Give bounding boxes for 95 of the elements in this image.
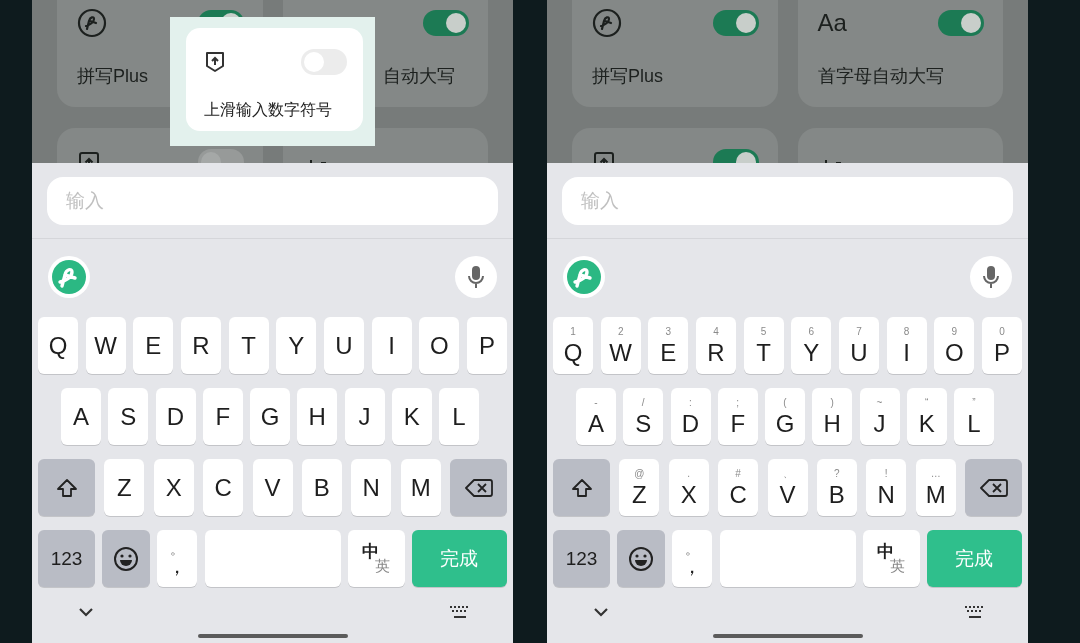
- letter-key[interactable]: N: [351, 459, 392, 516]
- letter-key[interactable]: ” L: [954, 388, 994, 445]
- setting-label: 拼写Plus: [77, 65, 149, 88]
- microphone-icon: [467, 265, 485, 289]
- letter-key[interactable]: R: [180, 317, 221, 374]
- letter-key[interactable]: 5 T: [743, 317, 784, 374]
- letter-key[interactable]: B: [301, 459, 342, 516]
- letter-key[interactable]: E: [133, 317, 174, 374]
- letter-key[interactable]: Q: [38, 317, 78, 374]
- letter-key[interactable]: 9 O: [934, 317, 975, 374]
- microphone-icon: [982, 265, 1000, 289]
- setting-label: 拼写Plus: [592, 65, 664, 88]
- collapse-chevron-icon[interactable]: [593, 606, 609, 617]
- glyph-icon: Aa: [817, 11, 847, 35]
- letter-key[interactable]: O: [419, 317, 460, 374]
- numbers-key[interactable]: 123: [38, 530, 95, 587]
- language-switch-key[interactable]: 中 英: [347, 530, 405, 587]
- shift-icon: [570, 477, 593, 498]
- letter-key[interactable]: ~ J: [859, 388, 900, 445]
- letter-key[interactable]: D: [155, 388, 196, 445]
- letter-key[interactable]: . X: [668, 459, 709, 516]
- toggle-switch[interactable]: [423, 10, 469, 36]
- letter-key[interactable]: I: [371, 317, 412, 374]
- letter-key[interactable]: Y: [276, 317, 317, 374]
- letter-key[interactable]: 2 W: [600, 317, 641, 374]
- keyboard-icon[interactable]: [964, 604, 986, 619]
- letter-key[interactable]: ( G: [765, 388, 805, 445]
- shift-icon: [55, 477, 78, 498]
- logo-icon: [77, 8, 107, 38]
- setting-label: 自动大写: [381, 65, 456, 88]
- backspace-icon: [979, 477, 1008, 498]
- backspace-icon: [464, 477, 493, 498]
- logo-icon: [592, 8, 622, 38]
- text-input-field[interactable]: 输入: [47, 177, 498, 225]
- backspace-key[interactable]: [965, 459, 1022, 516]
- letter-key[interactable]: 3 E: [648, 317, 689, 374]
- letter-key[interactable]: : D: [670, 388, 711, 445]
- keyboard-icon[interactable]: [449, 604, 471, 619]
- toggle-switch[interactable]: [712, 10, 759, 36]
- shift-key[interactable]: [553, 459, 610, 516]
- letter-key[interactable]: @ Z: [619, 459, 660, 516]
- letter-key[interactable]: J: [344, 388, 385, 445]
- letter-key[interactable]: G: [250, 388, 290, 445]
- emoji-key[interactable]: [617, 530, 666, 587]
- letter-key[interactable]: ) H: [812, 388, 853, 445]
- letter-key[interactable]: Z: [104, 459, 145, 516]
- letter-key[interactable]: # C: [718, 459, 759, 516]
- letter-key[interactable]: 7 U: [838, 317, 879, 374]
- emoji-key[interactable]: [102, 530, 151, 587]
- letter-key[interactable]: L: [439, 388, 479, 445]
- text-input-field[interactable]: 输入: [562, 177, 1013, 225]
- numbers-key[interactable]: 123: [553, 530, 610, 587]
- backspace-key[interactable]: [450, 459, 507, 516]
- microphone-button[interactable]: [970, 256, 1012, 298]
- letter-key[interactable]: 6 Y: [791, 317, 832, 374]
- letter-key[interactable]: 8 I: [886, 317, 927, 374]
- letter-key[interactable]: - A: [576, 388, 616, 445]
- shift-key[interactable]: [38, 459, 95, 516]
- punctuation-key[interactable]: 。 ，: [672, 530, 713, 587]
- collapse-chevron-icon[interactable]: [78, 606, 94, 617]
- letter-key[interactable]: ! N: [866, 459, 907, 516]
- letter-key[interactable]: / S: [623, 388, 664, 445]
- letter-key[interactable]: 4 R: [695, 317, 736, 374]
- punctuation-key[interactable]: 。 ，: [157, 530, 198, 587]
- letter-key[interactable]: T: [228, 317, 269, 374]
- letter-key[interactable]: F: [202, 388, 243, 445]
- toggle-switch[interactable]: [938, 10, 984, 36]
- letter-key[interactable]: X: [153, 459, 194, 516]
- setting-card[interactable]: 拼写Plus: [572, 0, 778, 107]
- letter-key[interactable]: 、 V: [767, 459, 808, 516]
- smiley-icon: [628, 545, 655, 572]
- letter-key[interactable]: V: [252, 459, 293, 516]
- app-logo-icon[interactable]: [563, 256, 605, 298]
- letter-key[interactable]: A: [61, 388, 101, 445]
- letter-key[interactable]: U: [323, 317, 364, 374]
- app-logo-icon[interactable]: [48, 256, 90, 298]
- setting-label: 首字母自动大写: [817, 65, 945, 88]
- letter-key[interactable]: P: [466, 317, 507, 374]
- letter-key[interactable]: “ K: [906, 388, 947, 445]
- letter-key[interactable]: ? B: [816, 459, 857, 516]
- letter-key[interactable]: C: [203, 459, 244, 516]
- letter-key[interactable]: K: [391, 388, 432, 445]
- letter-key[interactable]: 1 Q: [553, 317, 593, 374]
- letter-key[interactable]: 0 P: [981, 317, 1022, 374]
- microphone-button[interactable]: [455, 256, 497, 298]
- language-switch-key[interactable]: 中 英: [862, 530, 920, 587]
- shield-upload-icon: [204, 50, 226, 74]
- letter-key[interactable]: H: [297, 388, 338, 445]
- letter-key[interactable]: ; F: [717, 388, 758, 445]
- letter-key[interactable]: … M: [915, 459, 956, 516]
- letter-key[interactable]: W: [85, 317, 126, 374]
- letter-key[interactable]: M: [400, 459, 441, 516]
- letter-key[interactable]: S: [108, 388, 149, 445]
- smiley-icon: [113, 545, 140, 572]
- setting-card[interactable]: Aa 首字母自动大写: [797, 0, 1003, 107]
